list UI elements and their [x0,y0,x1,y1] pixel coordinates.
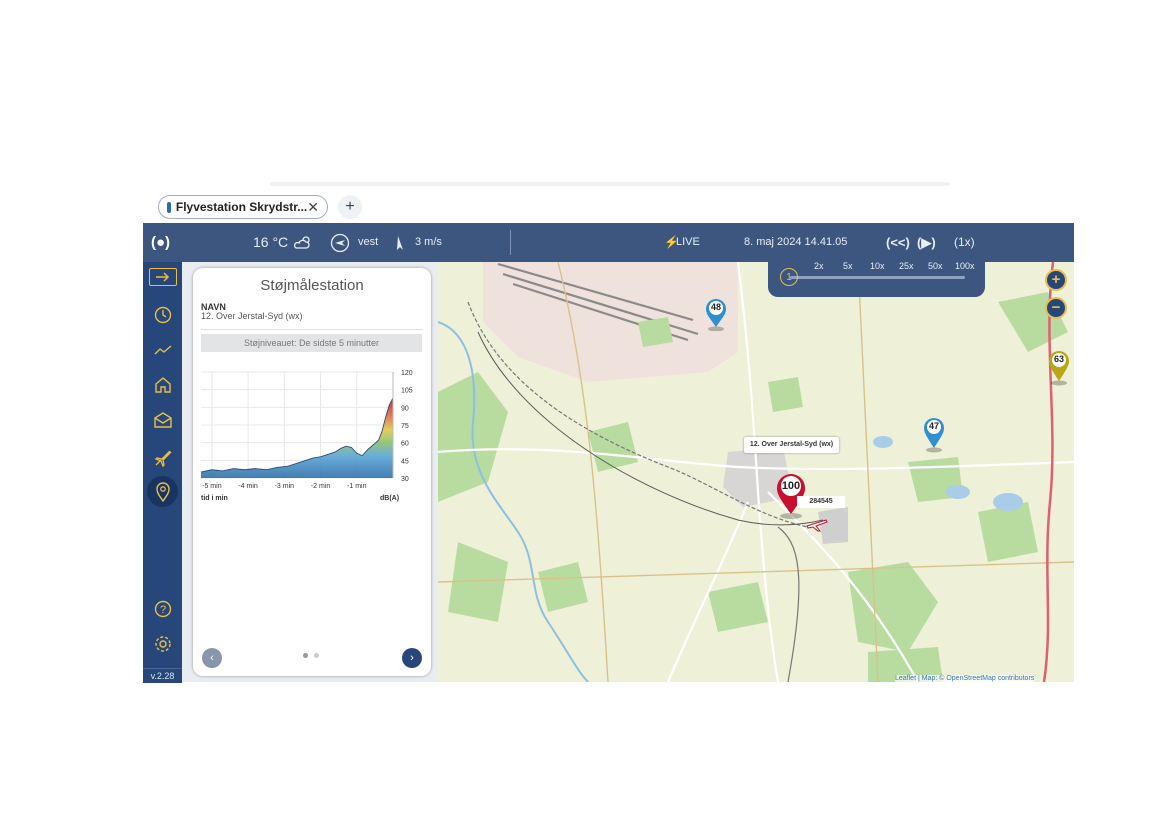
browser-address-strip [270,182,950,186]
location-pin-icon[interactable] [152,481,174,503]
x-tick-label: -1 min [347,483,367,490]
help-icon[interactable]: ? [152,598,174,620]
x-axis-title: tid i min [201,495,228,502]
temperature-value: 16 °C [253,234,289,250]
x-tick-label: -3 min [275,483,295,490]
noise-chart: 120 105 90 75 60 45 30 -5 min -4 min -3 min -2 min… [200,370,413,490]
play-button[interactable]: (▶) [917,223,936,262]
marker-value: 100 [781,480,801,492]
left-sidebar: ? [143,262,182,682]
speed-option-10x[interactable]: 10x [870,261,885,271]
airplane-marker-icon[interactable] [806,516,828,532]
y-tick-label: 105 [401,388,413,395]
speed-option-100x[interactable]: 100x [955,261,975,271]
airplane-icon[interactable] [152,447,174,469]
datetime-label: 8. maj 2024 14.41.05 [744,236,848,248]
speed-option-2x[interactable]: 2x [814,261,824,271]
rewind-button[interactable]: (<<) [886,223,910,262]
home-icon[interactable] [152,374,174,396]
y-tick-label: 120 [401,370,413,377]
live-label[interactable]: LIVE [676,223,700,262]
wind-direction-icon [330,223,350,262]
page-dot-1[interactable] [303,653,308,658]
next-button[interactable]: › [402,648,422,668]
marker-value: 63 [1053,354,1064,364]
station-popup: 12. Over Jerstal-Syd (wx) [744,437,839,453]
wind-direction-label: vest [358,236,379,248]
station-panel: Støjmålestation NAVN 12. Over Jerstal-Sy… [193,268,431,676]
speed-option-5x[interactable]: 5x [843,261,853,271]
y-tick-label: 60 [401,441,409,448]
bar-divider [510,230,511,255]
speed-control: 2x 5x 10x 25x 50x 100x 1 [768,259,985,297]
marker-value: 48 [710,302,721,312]
settings-icon[interactable] [152,633,174,655]
tab-title: Flyvestation Skrydstr... [175,200,308,214]
enter-icon[interactable] [149,268,177,286]
x-tick-label: -2 min [311,483,331,490]
speed-button[interactable]: (1x) [954,223,975,262]
station-name: 12. Over Jerstal-Syd (wx) [201,311,303,321]
live-toggle-icon[interactable]: (●) [151,223,170,262]
period-label: Støjniveauet: De sidste 5 minutter [201,334,422,352]
speed-slider-handle[interactable]: 1 [780,268,798,286]
speed-slider-track[interactable] [790,276,965,279]
panel-title: Støjmålestation [260,277,364,294]
speed-option-25x[interactable]: 25x [899,261,914,271]
version-label: v.2.28 [143,668,182,683]
browser-tab[interactable]: Flyvestation Skrydstr... ✕ [158,195,328,219]
trend-icon[interactable] [152,339,174,361]
x-tick-label: -4 min [238,483,258,490]
y-tick-label: 90 [401,405,409,412]
zoom-out-button[interactable]: − [1045,297,1067,319]
favicon-icon [167,201,171,213]
clock-icon[interactable] [152,304,174,326]
zoom-in-button[interactable]: + [1045,269,1067,291]
speed-option-50x[interactable]: 50x [928,261,943,271]
y-tick-label: 75 [401,423,409,430]
new-tab-button[interactable]: + [338,195,362,219]
noise-marker-48[interactable]: 48 [704,299,728,332]
unit-label: dB(A) [380,495,400,502]
wind-arrow-icon [395,223,405,262]
map-canvas[interactable] [438,262,1074,682]
app-top-bar: (●) 16 °C vest 3 m/s ⚡ LIVE 8. maj 2024 … [143,223,1074,262]
wind-speed-value: 3 m/s [415,236,442,248]
noise-area [201,397,393,478]
previous-button[interactable]: ‹ [202,648,222,668]
map-attribution[interactable]: Leaflet | Map: © OpenStreetMap contribut… [895,675,1035,682]
noise-marker-63[interactable]: 63 [1047,350,1071,386]
cloud-sun-icon [293,223,312,262]
close-tab-icon[interactable]: ✕ [307,199,319,216]
svg-text:?: ? [160,604,166,616]
y-tick-label: 45 [401,458,409,465]
page-dot-2[interactable] [314,653,319,658]
mail-icon[interactable] [152,409,174,431]
map-view[interactable]: 48 63 47 100 [438,262,1074,682]
noise-marker-47[interactable]: 47 [922,417,946,453]
flight-id-label: 284545 [797,496,845,508]
marker-value: 47 [928,421,939,431]
x-tick-label: -5 min [202,483,222,490]
y-tick-label: 30 [401,476,409,483]
divider [201,329,423,330]
